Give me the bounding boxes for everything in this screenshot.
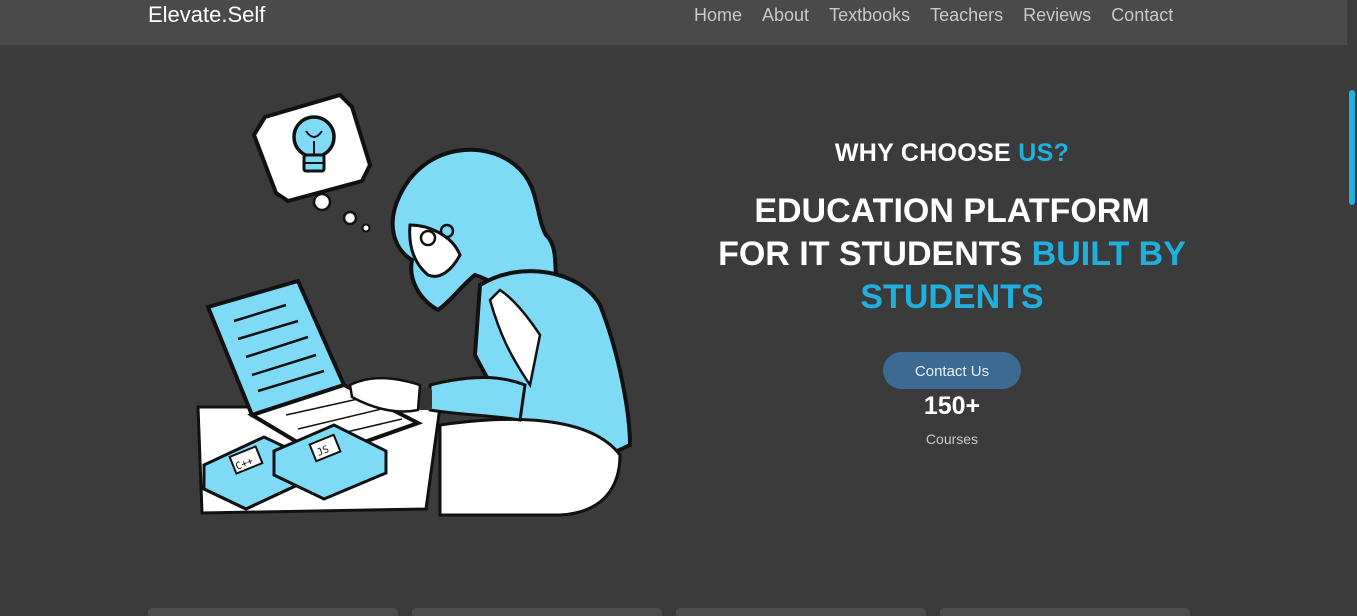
hero-illustration: C++ JS — [196, 92, 633, 517]
nav-links: Home About Textbooks Teachers Reviews Co… — [694, 5, 1193, 26]
scrollbar[interactable] — [1347, 0, 1357, 614]
nav-link-home[interactable]: Home — [694, 5, 742, 26]
courses-count: 150+ — [923, 392, 981, 420]
eyebrow-text: WHY CHOOSE — [834, 139, 1019, 167]
brand-logo[interactable]: Elevate.Self — [148, 2, 265, 28]
nav-link-reviews[interactable]: Reviews — [1023, 5, 1091, 26]
nav-link-teachers[interactable]: Teachers — [930, 5, 1003, 26]
hero-headline: EDUCATION PLATFORM FOR IT STUDENTS BUILT… — [700, 190, 1204, 319]
feature-card[interactable] — [940, 608, 1190, 616]
contact-us-button[interactable]: Contact Us — [883, 352, 1021, 389]
feature-card[interactable] — [412, 608, 662, 616]
hero-eyebrow: WHY CHOOSE US? — [700, 139, 1204, 168]
headline-accent-2: STUDENTS — [860, 278, 1044, 316]
headline-line2: FOR IT STUDENTS — [718, 235, 1032, 273]
nav-link-textbooks[interactable]: Textbooks — [829, 5, 910, 26]
scrollbar-thumb[interactable] — [1349, 90, 1355, 205]
hero-section: WHY CHOOSE US? EDUCATION PLATFORM FOR IT… — [700, 135, 1204, 447]
feature-card[interactable] — [148, 608, 398, 616]
nav-link-contact[interactable]: Contact — [1111, 5, 1173, 26]
nav-link-about[interactable]: About — [762, 5, 809, 26]
courses-label: Courses — [925, 431, 979, 447]
feature-card[interactable] — [676, 608, 926, 616]
eyebrow-accent: US? — [1018, 139, 1070, 167]
headline-line1: EDUCATION PLATFORM — [754, 192, 1150, 230]
headline-accent-1: BUILT BY — [1031, 235, 1186, 273]
navbar: Elevate.Self Home About Textbooks Teache… — [0, 0, 1347, 45]
